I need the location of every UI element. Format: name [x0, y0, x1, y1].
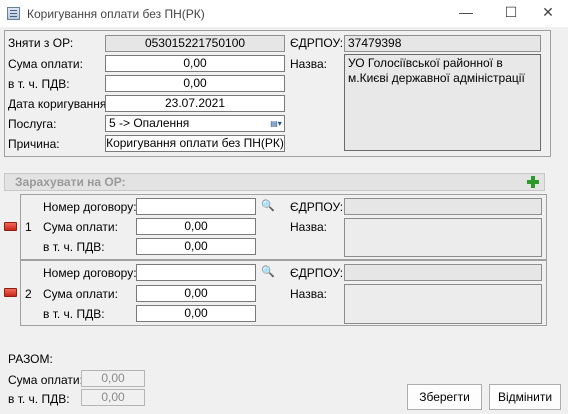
znyaty-field: 053015221750100: [105, 35, 285, 52]
row-edrpou-field: [344, 198, 542, 215]
totals-pdv-field: 0,00: [81, 389, 145, 406]
prychyna-label: Причина:: [8, 137, 60, 151]
pdv-label: в т. ч. ПДВ:: [8, 77, 70, 91]
transfer-section-label: Зарахувати на ОР:: [15, 175, 126, 189]
row-suma-label: Сума оплати:: [43, 220, 118, 234]
totals-suma-field: 0,00: [81, 370, 145, 387]
row-index: 2: [25, 287, 32, 301]
totals-label: РАЗОМ:: [8, 352, 53, 366]
dogovir-label: Номер договору:: [43, 200, 137, 214]
minimize-button[interactable]: —: [446, 0, 486, 27]
dogovir-label: Номер договору:: [43, 266, 137, 280]
plus-icon[interactable]: [526, 175, 540, 189]
title-bar: Коригування оплати без ПН(РК) — ☐ ✕: [0, 0, 568, 27]
date-input[interactable]: 23.07.2021: [105, 95, 285, 112]
nazva-memo: УО Голосіївської районної в м.Києві держ…: [344, 54, 541, 151]
binoculars-icon[interactable]: 🔍: [259, 199, 277, 213]
save-button[interactable]: Зберегти: [407, 384, 482, 410]
pdv-input[interactable]: 0,00: [105, 75, 285, 92]
close-button[interactable]: ✕: [528, 0, 568, 27]
edrpou-label: ЄДРПОУ:: [290, 36, 344, 50]
row-suma-label: Сума оплати:: [43, 287, 118, 301]
prychyna-input[interactable]: Коригування оплати без ПН(РК): [105, 135, 285, 152]
maximize-button[interactable]: ☐: [491, 0, 531, 27]
row-pdv-input[interactable]: 0,00: [136, 238, 256, 255]
dropdown-arrow-icon[interactable]: ▤▾: [269, 117, 283, 130]
row-nazva-memo: [344, 284, 542, 324]
row-pdv-label: в т. ч. ПДВ:: [43, 307, 105, 321]
row-edrpou-field: [344, 264, 542, 281]
nazva-label: Назва:: [290, 57, 327, 71]
minus-icon[interactable]: [4, 222, 17, 231]
binoculars-icon[interactable]: 🔍: [259, 265, 277, 279]
totals-pdv-label: в т. ч. ПДВ:: [8, 392, 70, 406]
edrpou-field: 37479398: [344, 35, 541, 52]
posluga-select[interactable]: 5 -> Опалення ▤▾: [105, 115, 285, 132]
row-edrpou-label: ЄДРПОУ:: [290, 266, 344, 280]
date-label: Дата коригування:: [8, 97, 110, 111]
window-title: Коригування оплати без ПН(РК): [27, 7, 205, 21]
posluga-label: Послуга:: [8, 117, 57, 131]
row-pdv-input[interactable]: 0,00: [136, 305, 256, 322]
row-edrpou-label: ЄДРПОУ:: [290, 200, 344, 214]
dogovir-input[interactable]: [136, 264, 256, 281]
row-nazva-memo: [344, 218, 542, 257]
row-suma-input[interactable]: 0,00: [136, 218, 256, 235]
suma-label: Сума оплати:: [8, 57, 83, 71]
suma-input[interactable]: 0,00: [105, 55, 285, 72]
row-suma-input[interactable]: 0,00: [136, 285, 256, 302]
row-nazva-label: Назва:: [290, 220, 327, 234]
row-pdv-label: в т. ч. ПДВ:: [43, 240, 105, 254]
row-index: 1: [25, 220, 32, 234]
totals-suma-label: Сума оплати:: [8, 373, 83, 387]
posluga-value: 5 -> Опалення: [109, 116, 190, 130]
znyaty-label: Зняти з ОР:: [8, 36, 74, 50]
cancel-button[interactable]: Відмінити: [489, 384, 561, 410]
dogovir-input[interactable]: [136, 198, 256, 215]
row-nazva-label: Назва:: [290, 287, 327, 301]
window-app-icon: [7, 7, 20, 20]
minus-icon[interactable]: [4, 288, 17, 297]
